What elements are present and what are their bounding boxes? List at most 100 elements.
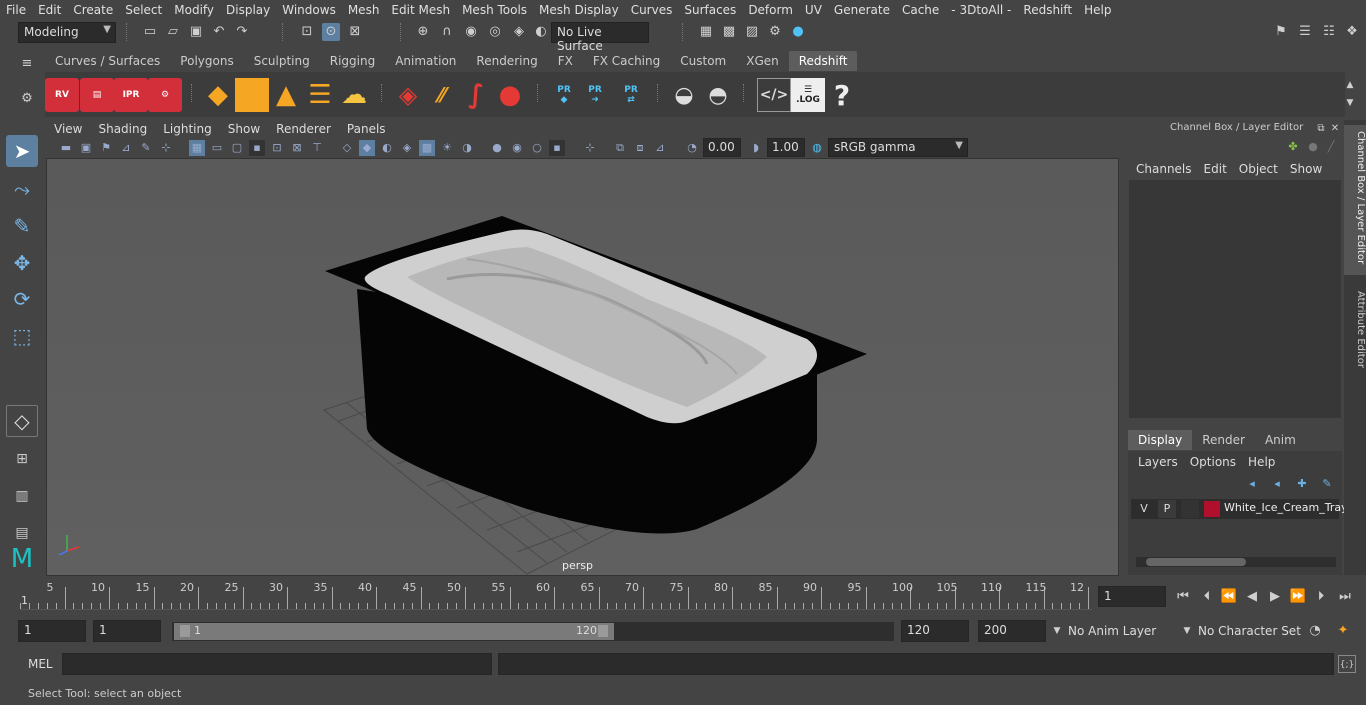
layout-icon[interactable]: ▥: [6, 480, 38, 512]
wireframe-icon[interactable]: ◇: [339, 140, 355, 156]
playback-start-field[interactable]: 1: [93, 620, 161, 642]
shelf-scroll-down-icon[interactable]: ▼: [1341, 94, 1359, 112]
step-forward-icon[interactable]: ⏵: [1312, 588, 1330, 606]
pr-export-icon[interactable]: PR ➜: [578, 78, 612, 112]
range-slider-handle[interactable]: 1 120: [174, 623, 614, 640]
auto-key-icon[interactable]: ◔: [1306, 622, 1324, 640]
depth-of-field-icon[interactable]: ▪: [549, 140, 565, 156]
wireframe-on-shaded-icon[interactable]: ◈: [399, 140, 415, 156]
shelf-tab-animation[interactable]: Animation: [385, 51, 466, 71]
menu-windows[interactable]: Windows: [276, 3, 342, 17]
colorspace-dropdown[interactable]: sRGB gamma ▼: [828, 138, 968, 157]
step-forward-key-icon[interactable]: ⏩: [1289, 588, 1307, 606]
material-bowl-icon[interactable]: ◒: [667, 78, 701, 112]
ipr-render-icon[interactable]: ▨: [743, 23, 761, 41]
end-frame-field[interactable]: 200: [978, 620, 1046, 642]
channel-menu-edit[interactable]: Edit: [1198, 162, 1233, 176]
shelf-tab-fx-caching[interactable]: FX Caching: [583, 51, 670, 71]
layer-menu-help[interactable]: Help: [1248, 455, 1283, 469]
start-frame-field[interactable]: 1: [18, 620, 86, 642]
menu-surfaces[interactable]: Surfaces: [678, 3, 742, 17]
paint-select-icon[interactable]: ✎: [6, 210, 38, 242]
current-frame-field[interactable]: 1: [1098, 586, 1166, 607]
menu-mesh-tools[interactable]: Mesh Tools: [456, 3, 533, 17]
redshift-ipr-icon[interactable]: IPR: [114, 78, 148, 112]
channel-menu-channels[interactable]: Channels: [1130, 162, 1198, 176]
xray-components-icon[interactable]: ⊿: [652, 140, 668, 156]
log-icon[interactable]: ☰ .LOG: [791, 78, 825, 112]
select-object-icon[interactable]: ⊙: [322, 23, 340, 41]
menu-generate[interactable]: Generate: [828, 3, 896, 17]
menu-deform[interactable]: Deform: [742, 3, 799, 17]
play-forward-icon[interactable]: ▶: [1266, 588, 1284, 606]
range-end-grip[interactable]: [598, 625, 608, 637]
menu-help[interactable]: Help: [1078, 3, 1117, 17]
layer-scrollbar-thumb[interactable]: [1146, 558, 1246, 566]
pr-object-icon[interactable]: PR ◆: [547, 78, 581, 112]
viewport-menu-view[interactable]: View: [46, 122, 90, 136]
material-bowl-alt-icon[interactable]: ◓: [701, 78, 735, 112]
layer-scrollbar[interactable]: [1136, 557, 1336, 567]
color-management-icon[interactable]: ◍: [809, 140, 825, 156]
redshift-sphere-icon[interactable]: ●: [493, 78, 527, 112]
gamma-icon[interactable]: ◗: [748, 140, 764, 156]
menu-mesh-display[interactable]: Mesh Display: [533, 3, 625, 17]
gamma-field[interactable]: 1.00: [767, 138, 805, 157]
exposure-field[interactable]: 0.00: [703, 138, 741, 157]
workspace-icon[interactable]: ⚑: [1272, 23, 1290, 41]
new-layer-selected-icon[interactable]: ✎: [1318, 475, 1336, 493]
attribute-editor-toggle-icon[interactable]: ☷: [1320, 23, 1338, 41]
xray-joints-icon[interactable]: ⧈: [632, 140, 648, 156]
menu-cache[interactable]: Cache: [896, 3, 945, 17]
viewport-menu-show[interactable]: Show: [220, 122, 268, 136]
redshift-proxy-icon[interactable]: ◈: [391, 78, 425, 112]
redshift-volume-icon[interactable]: ⁄⁄: [425, 78, 459, 112]
redshift-sun-sky-icon[interactable]: ☁: [337, 78, 371, 112]
new-layer-icon[interactable]: ✚: [1293, 475, 1311, 493]
character-set-label[interactable]: No Character Set: [1198, 624, 1301, 638]
isolate-select-icon[interactable]: ⊹: [582, 140, 598, 156]
menu-edit-mesh[interactable]: Edit Mesh: [385, 3, 456, 17]
go-to-end-icon[interactable]: ⏭: [1336, 588, 1354, 606]
single-perspective-icon[interactable]: ◇: [6, 405, 38, 437]
shelf-tab-custom[interactable]: Custom: [670, 51, 736, 71]
hyper-icon[interactable]: ╱: [1322, 138, 1340, 156]
view-transform-icon[interactable]: ⊹: [158, 140, 174, 156]
gate-mask-icon[interactable]: ▪: [249, 140, 265, 156]
command-input[interactable]: [62, 653, 492, 675]
redshift-dome-light-icon[interactable]: ☰: [303, 78, 337, 112]
xray-icon[interactable]: ⧉: [612, 140, 628, 156]
smooth-shade-icon[interactable]: ◆: [359, 140, 375, 156]
lasso-tool-icon[interactable]: ⤳: [6, 173, 38, 205]
script-editor-icon[interactable]: {;}: [1338, 655, 1356, 673]
open-scene-icon[interactable]: ▱: [164, 23, 182, 41]
scale-tool-icon[interactable]: ⬚: [6, 320, 38, 352]
render-frame-icon[interactable]: ▩: [720, 23, 738, 41]
shelf-tab-xgen[interactable]: XGen: [736, 51, 789, 71]
layer-type-toggle[interactable]: [1181, 500, 1199, 518]
tab-attribute-editor[interactable]: Attribute Editor: [1344, 285, 1366, 375]
select-tool-icon[interactable]: ➤: [6, 135, 38, 167]
menu-create[interactable]: Create: [67, 3, 119, 17]
redshift-render-sequence-icon[interactable]: ▤: [80, 78, 114, 112]
shelf-tab-sculpting[interactable]: Sculpting: [244, 51, 320, 71]
menu-display[interactable]: Display: [220, 3, 276, 17]
redshift-render-view-icon[interactable]: RV: [45, 78, 79, 112]
shelf-tab-fx[interactable]: FX: [548, 51, 583, 71]
menu-curves[interactable]: Curves: [625, 3, 679, 17]
close-panel-icon[interactable]: ✕: [1326, 120, 1344, 138]
live-surface-field[interactable]: No Live Surface: [551, 22, 649, 53]
menu-mesh[interactable]: Mesh: [342, 3, 386, 17]
manipulator-icon[interactable]: ✤: [1284, 138, 1302, 156]
layer-visibility-toggle[interactable]: V: [1135, 500, 1153, 518]
resolution-gate-icon[interactable]: ▢: [229, 140, 245, 156]
tool-settings-toggle-icon[interactable]: ❖: [1343, 23, 1361, 41]
exposure-icon[interactable]: ◔: [684, 140, 700, 156]
shadows-icon[interactable]: ◑: [459, 140, 475, 156]
image-plane-icon[interactable]: ⊿: [118, 140, 134, 156]
layer-tab-render[interactable]: Render: [1192, 430, 1255, 450]
shelf-scroll-up-icon[interactable]: ▲: [1341, 76, 1359, 94]
redo-icon[interactable]: ↷: [233, 23, 251, 41]
layer-color-swatch[interactable]: [1204, 501, 1220, 517]
bookmark-icon[interactable]: ⚑: [98, 140, 114, 156]
